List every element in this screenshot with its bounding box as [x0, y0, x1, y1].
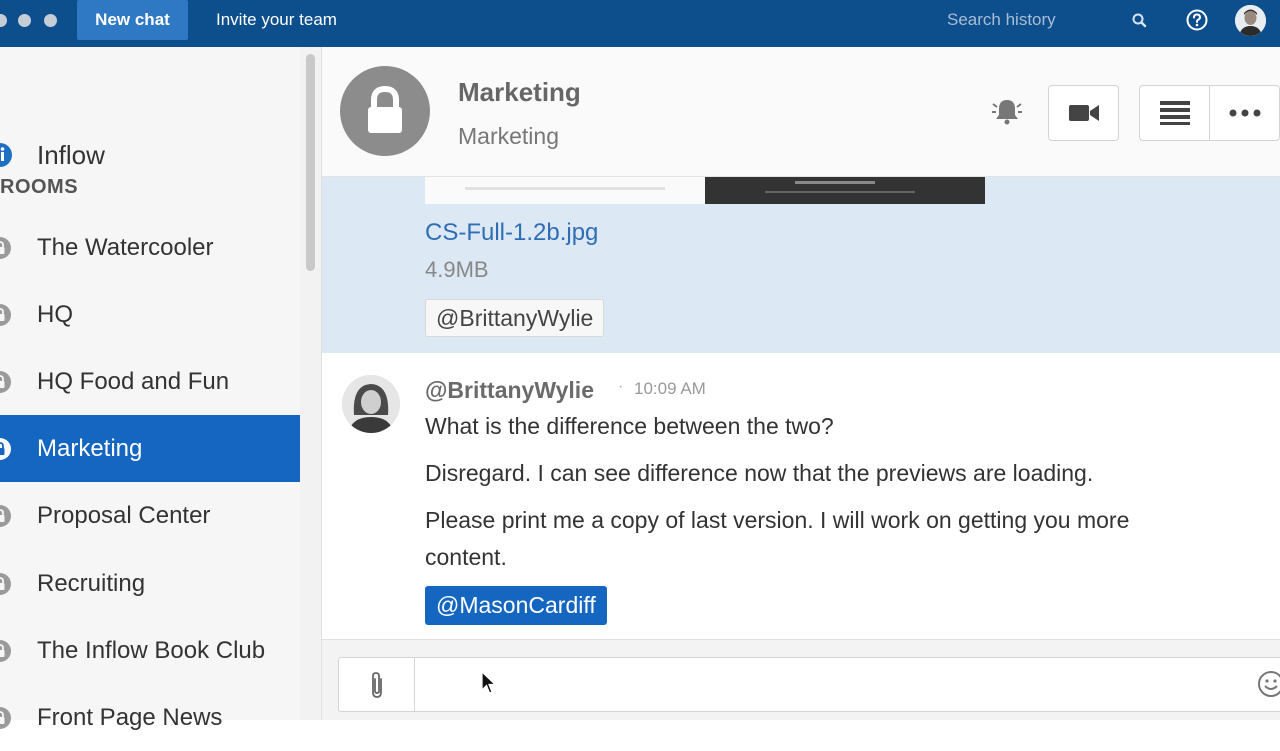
- top-bar: New chat Invite your team Search history: [0, 0, 1280, 47]
- lock-icon: [0, 504, 11, 527]
- search-icon[interactable]: [1131, 12, 1149, 30]
- file-link[interactable]: CS-Full-1.2b.jpg: [425, 219, 598, 247]
- sidebar-item-hq[interactable]: HQ: [0, 281, 300, 348]
- mention-tag-highlighted[interactable]: @MasonCardiff: [425, 586, 607, 625]
- lock-icon: [368, 85, 402, 133]
- room-header: Marketing Marketing: [322, 47, 1280, 177]
- message-text: Disregard. I can see difference now that…: [425, 460, 1094, 486]
- sidebar-item-proposal-center[interactable]: Proposal Center: [0, 482, 300, 549]
- video-call-button[interactable]: [1048, 85, 1119, 141]
- lock-icon: [0, 572, 11, 595]
- help-icon[interactable]: [1186, 9, 1208, 31]
- sidebar-item-marketing[interactable]: Marketing: [0, 415, 300, 482]
- message-timestamp: 10:09 AM: [634, 379, 706, 398]
- sidebar-item-label: HQ: [37, 300, 73, 328]
- invite-team-link[interactable]: Invite your team: [216, 10, 337, 30]
- lock-icon: [0, 706, 11, 729]
- sidebar-item-front-page-news[interactable]: Front Page News: [0, 684, 300, 751]
- window-minimize-button[interactable]: [18, 14, 31, 27]
- message-author[interactable]: @BrittanyWylie: [425, 377, 594, 404]
- sidebar-item-label: The Inflow Book Club: [37, 636, 266, 664]
- sidebar-item-label: HQ Food and Fun: [37, 367, 230, 395]
- list-icon: [1159, 101, 1190, 125]
- window-close-button[interactable]: [0, 14, 7, 27]
- sidebar-item-label: Inflow: [37, 140, 105, 170]
- mention-tag[interactable]: @BrittanyWylie: [425, 299, 605, 337]
- lock-icon: [0, 236, 11, 259]
- lock-icon: [0, 370, 11, 393]
- sidebar-item-label: Front Page News: [37, 703, 223, 731]
- sidebar-item-hq-food-and-fun[interactable]: HQ Food and Fun: [0, 348, 300, 415]
- file-size: 4.9MB: [425, 257, 489, 282]
- room-info-button[interactable]: [1139, 85, 1209, 141]
- sidebar-scrollbar-thumb[interactable]: [306, 54, 315, 271]
- sidebar-item-label: Proposal Center: [37, 501, 211, 529]
- search-history-field[interactable]: Search history: [947, 10, 1056, 30]
- message-text: What is the difference between the two?: [425, 413, 834, 439]
- rooms-heading: ROOMS: [0, 176, 79, 198]
- image-preview-2[interactable]: [705, 177, 985, 204]
- lock-icon: [0, 437, 11, 460]
- composer: [322, 639, 1280, 720]
- highlighted-message: CS-Full-1.2b.jpg 4.9MB @BrittanyWylie: [322, 177, 1280, 353]
- message-input[interactable]: [417, 658, 1247, 711]
- page-title: Marketing: [458, 77, 581, 107]
- lock-icon: [0, 639, 11, 662]
- more-icon: [1229, 109, 1260, 117]
- meta-separator: ·: [618, 378, 624, 395]
- message-text: Please print me a copy of last version. …: [425, 507, 1130, 570]
- video-icon: [1068, 105, 1099, 121]
- image-preview-1[interactable]: [425, 177, 705, 204]
- more-options-button[interactable]: [1209, 85, 1280, 141]
- avatar[interactable]: [342, 375, 400, 433]
- sidebar-item-the-inflow-book-club[interactable]: The Inflow Book Club: [0, 617, 300, 684]
- sidebar-item-label: Recruiting: [37, 569, 146, 597]
- inflow-logo-icon: [0, 143, 12, 167]
- attach-button[interactable]: [339, 658, 415, 711]
- lock-icon: [0, 303, 11, 326]
- sidebar-item-inflow[interactable]: Inflow: [0, 130, 300, 180]
- sidebar-item-label: The Watercooler: [37, 233, 214, 261]
- sidebar-item-label: Marketing: [37, 434, 143, 462]
- bell-icon[interactable]: [990, 94, 1024, 128]
- sidebar-item-recruiting[interactable]: Recruiting: [0, 550, 300, 617]
- message-list[interactable]: CS-Full-1.2b.jpg 4.9MB @BrittanyWylie @B…: [322, 177, 1280, 639]
- mouse-pointer-icon: [481, 671, 497, 694]
- avatar[interactable]: [1235, 5, 1266, 36]
- window-zoom-button[interactable]: [44, 14, 57, 27]
- room-subtitle: Marketing: [458, 123, 559, 149]
- sidebar-item-the-watercooler[interactable]: The Watercooler: [0, 214, 300, 281]
- room-avatar: [340, 66, 430, 156]
- new-chat-button[interactable]: New chat: [77, 0, 188, 40]
- emoji-icon[interactable]: [1257, 670, 1280, 698]
- composer-box: [338, 657, 1280, 712]
- paperclip-icon: [371, 671, 382, 698]
